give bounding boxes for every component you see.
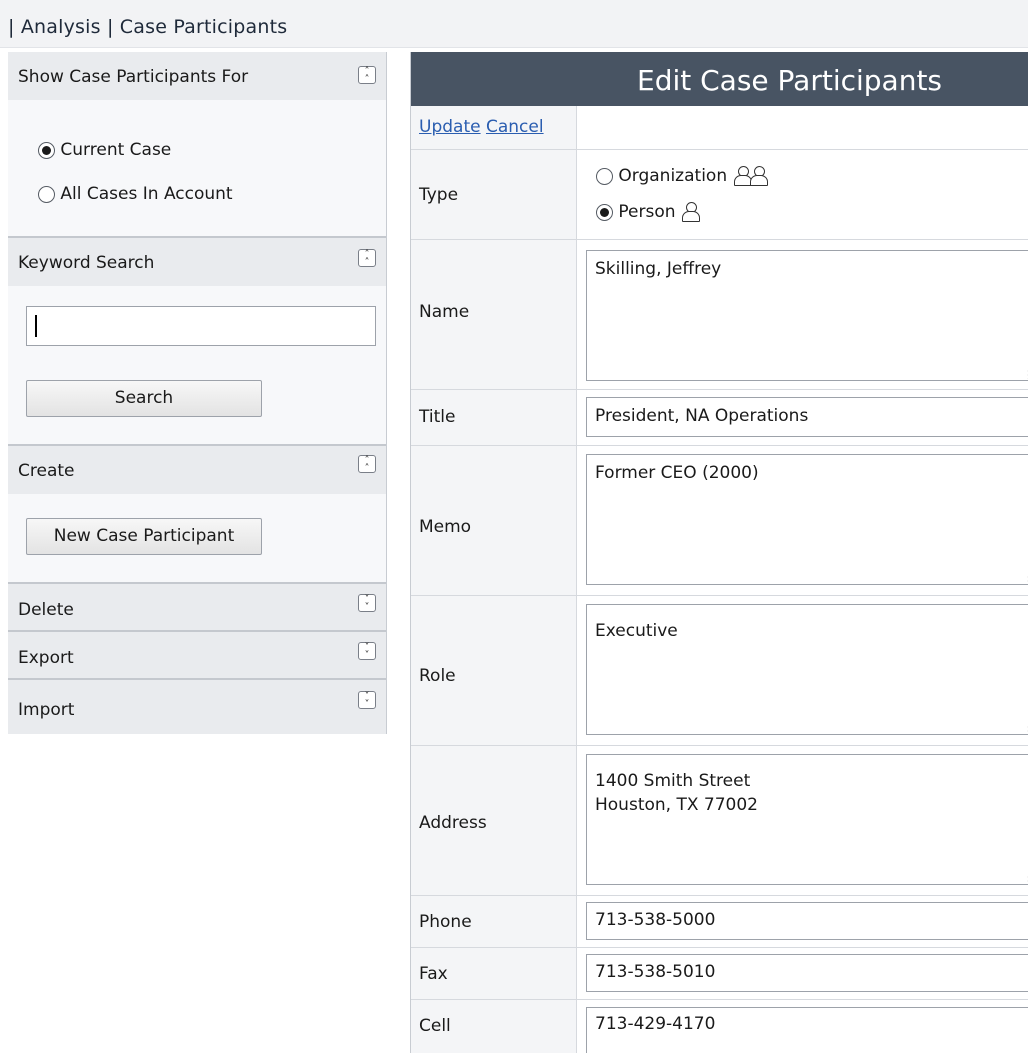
radio-label: All Cases In Account <box>60 184 233 204</box>
title-row: Title President, NA Operations <box>411 390 1028 446</box>
radio-unchecked-icon[interactable] <box>38 185 55 203</box>
section-title: Keyword Search <box>18 253 155 273</box>
type-person-option[interactable]: Person <box>596 202 701 222</box>
memo-row: Memo Former CEO (2000) <box>411 446 1028 596</box>
group-icon <box>749 166 769 186</box>
radio-label: Organization <box>618 166 728 186</box>
fax-input[interactable]: 713-538-5010 <box>586 954 1028 992</box>
text-caret <box>35 315 37 337</box>
role-label-cell: Role <box>411 596 577 745</box>
address-textarea[interactable]: 1400 Smith Street Houston, TX 77002 <box>586 754 1028 885</box>
name-row: Name Skilling, Jeffrey <box>411 240 1028 390</box>
radio-unchecked-icon[interactable] <box>596 167 613 185</box>
phone-row: Phone 713-538-5000 <box>411 896 1028 948</box>
section-title: Export <box>18 648 74 668</box>
role-textarea[interactable]: Executive <box>586 604 1028 735</box>
cell-label-cell: Cell <box>411 1000 577 1053</box>
edit-header-bar: Edit Case Participants <box>411 52 1028 106</box>
radio-all-cases[interactable]: All Cases In Account <box>38 184 233 204</box>
radio-checked-icon[interactable] <box>596 203 613 221</box>
cell-row: Cell 713-429-4170 <box>411 1000 1028 1053</box>
name-textarea[interactable]: Skilling, Jeffrey <box>586 250 1028 381</box>
radio-label: Person <box>618 202 676 222</box>
expand-icon[interactable]: ˅ ˅ <box>358 691 376 710</box>
section-title: Show Case Participants For <box>18 67 249 87</box>
fax-row: Fax 713-538-5010 <box>411 948 1028 1000</box>
type-label-cell: Type <box>411 150 577 239</box>
radio-label: Current Case <box>60 140 172 160</box>
section-header-show-for[interactable]: Show Case Participants For ˄ ˄ <box>8 52 386 100</box>
role-label: Role <box>419 666 456 686</box>
section-header-create[interactable]: Create ˄ ˄ <box>8 446 386 494</box>
title-input[interactable]: President, NA Operations <box>586 397 1028 437</box>
edit-title: Edit Case Participants <box>637 64 943 97</box>
section-header-import[interactable]: Import ˅ ˅ <box>8 680 386 734</box>
actions-cell: Update Cancel <box>411 106 577 149</box>
keyword-search-input[interactable] <box>26 306 376 346</box>
collapse-icon[interactable]: ˄ ˄ <box>358 66 376 85</box>
person-icon <box>681 202 701 222</box>
address-label-cell: Address <box>411 746 577 895</box>
type-row: Type Organization Person <box>411 150 1028 240</box>
top-bar: | Analysis | Case Participants <box>0 0 1028 48</box>
radio-current-case[interactable]: Current Case <box>38 140 171 160</box>
actions-row: Update Cancel <box>411 106 1028 150</box>
phone-label-cell: Phone <box>411 896 577 947</box>
edit-panel: Edit Case Participants Update Cancel Typ… <box>410 52 1028 1053</box>
type-organization-option[interactable]: Organization <box>596 166 769 186</box>
collapse-icon[interactable]: ˄ ˄ <box>358 455 376 474</box>
section-title: Delete <box>18 600 74 620</box>
radio-checked-icon[interactable] <box>38 141 55 159</box>
cell-input[interactable]: 713-429-4170 <box>586 1007 1028 1053</box>
cancel-link[interactable]: Cancel <box>486 117 544 137</box>
expand-icon[interactable]: ˅ ˅ <box>358 642 376 661</box>
section-header-keyword[interactable]: Keyword Search ˄ ˄ <box>8 238 386 286</box>
search-button[interactable]: Search <box>26 380 262 417</box>
collapse-icon[interactable]: ˄ ˄ <box>358 249 376 268</box>
cell-label: Cell <box>419 1016 451 1036</box>
title-label-cell: Title <box>411 390 577 445</box>
expand-icon[interactable]: ˅ ˅ <box>358 594 376 613</box>
phone-label: Phone <box>419 912 472 932</box>
left-panel: Show Case Participants For ˄ ˄ Current Ca… <box>8 52 387 734</box>
memo-textarea[interactable]: Former CEO (2000) <box>586 454 1028 585</box>
address-label: Address <box>419 813 487 833</box>
section-title: Import <box>18 700 75 720</box>
address-row: Address 1400 Smith Street Houston, TX 77… <box>411 746 1028 896</box>
new-case-participant-button[interactable]: New Case Participant <box>26 518 262 555</box>
role-row: Role Executive <box>411 596 1028 746</box>
section-header-delete[interactable]: Delete ˅ ˅ <box>8 584 386 630</box>
name-label: Name <box>419 302 470 322</box>
show-for-options: Current Case All Cases In Account <box>8 100 386 236</box>
fax-label: Fax <box>419 964 448 984</box>
memo-label: Memo <box>419 517 472 537</box>
type-label: Type <box>419 185 459 205</box>
breadcrumb: | Analysis | Case Participants <box>8 16 288 38</box>
title-label: Title <box>419 407 456 427</box>
memo-label-cell: Memo <box>411 446 577 595</box>
phone-input[interactable]: 713-538-5000 <box>586 902 1028 940</box>
fax-label-cell: Fax <box>411 948 577 999</box>
update-link[interactable]: Update <box>419 117 481 137</box>
name-label-cell: Name <box>411 240 577 389</box>
section-title: Create <box>18 461 75 481</box>
section-header-export[interactable]: Export ˅ ˅ <box>8 632 386 678</box>
